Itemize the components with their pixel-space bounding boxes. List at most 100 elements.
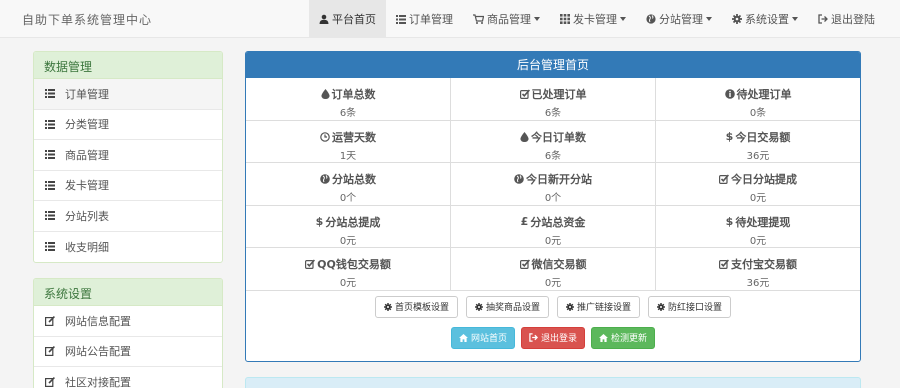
sidebar-item-label: 订单管理	[65, 87, 109, 101]
pound-icon: £	[520, 215, 529, 228]
chevron-down-icon	[534, 16, 540, 21]
stat-cell: $ 分站总提成 0元	[246, 205, 451, 247]
check-icon	[305, 259, 316, 269]
sidebar-system-title: 系统设置	[34, 279, 222, 306]
stat-label: 已处理订单	[519, 86, 587, 102]
stats-row: 运营天数 1天 今日订单数 6条 $ 今日交易额 36元	[246, 120, 860, 163]
stat-cell: $ 今日交易额 36元	[656, 121, 860, 163]
button-label: 首页模板设置	[394, 303, 449, 313]
stat-value: 0个	[339, 193, 357, 204]
stat-cell: 分站总数 0个	[246, 163, 451, 205]
button-label: 推广链接设置	[577, 303, 632, 313]
stat-label: 运营天数	[320, 129, 376, 145]
stat-label: $ 待处理提现	[726, 214, 791, 230]
edit-icon	[45, 315, 55, 326]
stat-label: QQ钱包交易额	[305, 256, 391, 272]
stat-value: 0元	[749, 193, 767, 204]
stat-value: 0元	[544, 235, 562, 247]
sidebar-data-title: 数据管理	[34, 52, 222, 79]
nav-substations-label: 分站管理	[659, 12, 703, 26]
stat-value: 6条	[339, 108, 357, 119]
stat-label-text: 分站总数	[332, 173, 376, 186]
stat-label-text: 分站总提成	[325, 215, 381, 229]
main-panel-title: 后台管理首页	[246, 52, 860, 78]
logout-icon	[818, 13, 828, 24]
list-icon	[45, 242, 55, 252]
button-label: 防红接口设置	[668, 303, 723, 313]
globe-icon	[646, 13, 656, 24]
grid-icon	[560, 13, 570, 24]
nav-home[interactable]: 平台首页	[309, 0, 386, 37]
stat-label-text: 今日订单数	[531, 130, 586, 144]
homepage-template-button[interactable]: 首页模板设置	[374, 295, 458, 318]
nav-orders[interactable]: 订单管理	[386, 0, 463, 37]
stat-label-text: 今日分站提成	[731, 173, 797, 186]
button-label: 抽奖商品设置	[485, 303, 540, 313]
stat-cell: 今日分站提成 0元	[656, 163, 860, 205]
sidebar-item-community[interactable]: 社区对接配置	[34, 367, 222, 388]
lottery-products-button[interactable]: 抽奖商品设置	[465, 295, 549, 318]
button-label: 网站首页	[470, 334, 507, 344]
site-home-button[interactable]: 网站首页	[450, 326, 515, 349]
stat-label-text: 订单总数	[331, 88, 376, 101]
sidebar-item-products[interactable]: 商品管理	[34, 140, 222, 171]
user-icon	[319, 14, 329, 24]
sidebar-item-orders[interactable]: 订单管理	[34, 79, 222, 110]
stat-label: 订单总数	[320, 86, 376, 102]
promo-link-button[interactable]: 推广链接设置	[557, 295, 641, 318]
nav-products-label: 商品管理	[487, 12, 531, 26]
stat-label-text: 分站总资金	[530, 215, 586, 229]
sidebar-item-cards[interactable]: 发卡管理	[34, 171, 222, 201]
next-panel-heading	[245, 377, 861, 388]
sidebar-item-site-info[interactable]: 网站信息配置	[34, 306, 222, 337]
stat-value: 36元	[746, 278, 770, 289]
list-icon	[45, 89, 55, 99]
check-icon	[719, 174, 729, 184]
nav-products[interactable]: 商品管理	[463, 0, 550, 37]
stat-value: 0元	[339, 278, 357, 289]
stats-row: QQ钱包交易额 0元 微信交易额 0元 支付宝交易额 36元	[246, 248, 860, 291]
button-label: 检测更新	[611, 334, 648, 344]
stat-label: 今日订单数	[520, 129, 586, 145]
nav-cards[interactable]: 发卡管理	[550, 0, 636, 37]
stat-cell: 运营天数 1天	[246, 120, 451, 162]
stat-cell: 已处理订单 6条	[451, 78, 656, 120]
stat-cell: 微信交易额 0元	[451, 248, 656, 290]
anti-block-api-button[interactable]: 防红接口设置	[648, 295, 732, 318]
stat-value: 0条	[749, 108, 767, 119]
sidebar-item-announcement[interactable]: 网站公告配置	[34, 337, 222, 367]
button-label: 退出登录	[540, 334, 577, 344]
sidebar-item-finance[interactable]: 收支明细	[34, 232, 222, 263]
action-button-row: 网站首页 退出登录 检测更新	[246, 326, 860, 349]
stat-label-text: 运营天数	[332, 130, 376, 144]
stat-cell: 待处理订单 0条	[656, 78, 860, 120]
sidebar-item-substations[interactable]: 分站列表	[34, 201, 222, 232]
nav-logout-label: 退出登陆	[831, 12, 875, 26]
nav-logout[interactable]: 退出登陆	[808, 0, 885, 37]
nav-orders-label: 订单管理	[409, 12, 453, 26]
stat-cell: 支付宝交易额 36元	[656, 248, 860, 290]
sidebar-item-label: 分类管理	[65, 118, 109, 132]
stats-grid: 订单总数 6条 已处理订单 6条 待处理订单 0条 运营天数 1天 今日订单数 6条 $ 今日交易额 3…	[246, 78, 860, 291]
logout-icon	[529, 333, 538, 342]
stats-row: $ 分站总提成 0元 £ 分站总资金 0元 $ 待处理提现 0元	[246, 205, 860, 248]
check-update-button[interactable]: 检测更新	[591, 326, 656, 349]
nav-settings-label: 系统设置	[745, 12, 789, 26]
list-icon	[45, 211, 55, 221]
admin-home-panel: 后台管理首页 订单总数 6条 已处理订单 6条 待处理订单 0条 运营天数 1天 今日订单数 6条…	[245, 51, 861, 362]
top-navbar: 自助下单系统管理中心 平台首页 订单管理 商品管理 发卡管理 分站管理 系统设置	[0, 0, 900, 38]
info-icon	[724, 89, 735, 99]
sidebar-item-categories[interactable]: 分类管理	[34, 110, 222, 140]
gear-icon	[383, 302, 392, 311]
stat-value: 1天	[339, 150, 357, 162]
list-icon	[45, 150, 55, 160]
chevron-down-icon	[620, 16, 626, 21]
stat-value: 0元	[339, 235, 357, 247]
list-icon	[45, 119, 55, 129]
nav-substations[interactable]: 分站管理	[636, 0, 722, 37]
nav-settings[interactable]: 系统设置	[722, 0, 808, 37]
stats-row: 分站总数 0个 今日新开分站 0个 今日分站提成 0元	[246, 163, 860, 206]
brand-title[interactable]: 自助下单系统管理中心	[22, 11, 152, 28]
logout-button[interactable]: 退出登录	[520, 326, 585, 349]
sidebar-item-label: 商品管理	[65, 148, 109, 162]
